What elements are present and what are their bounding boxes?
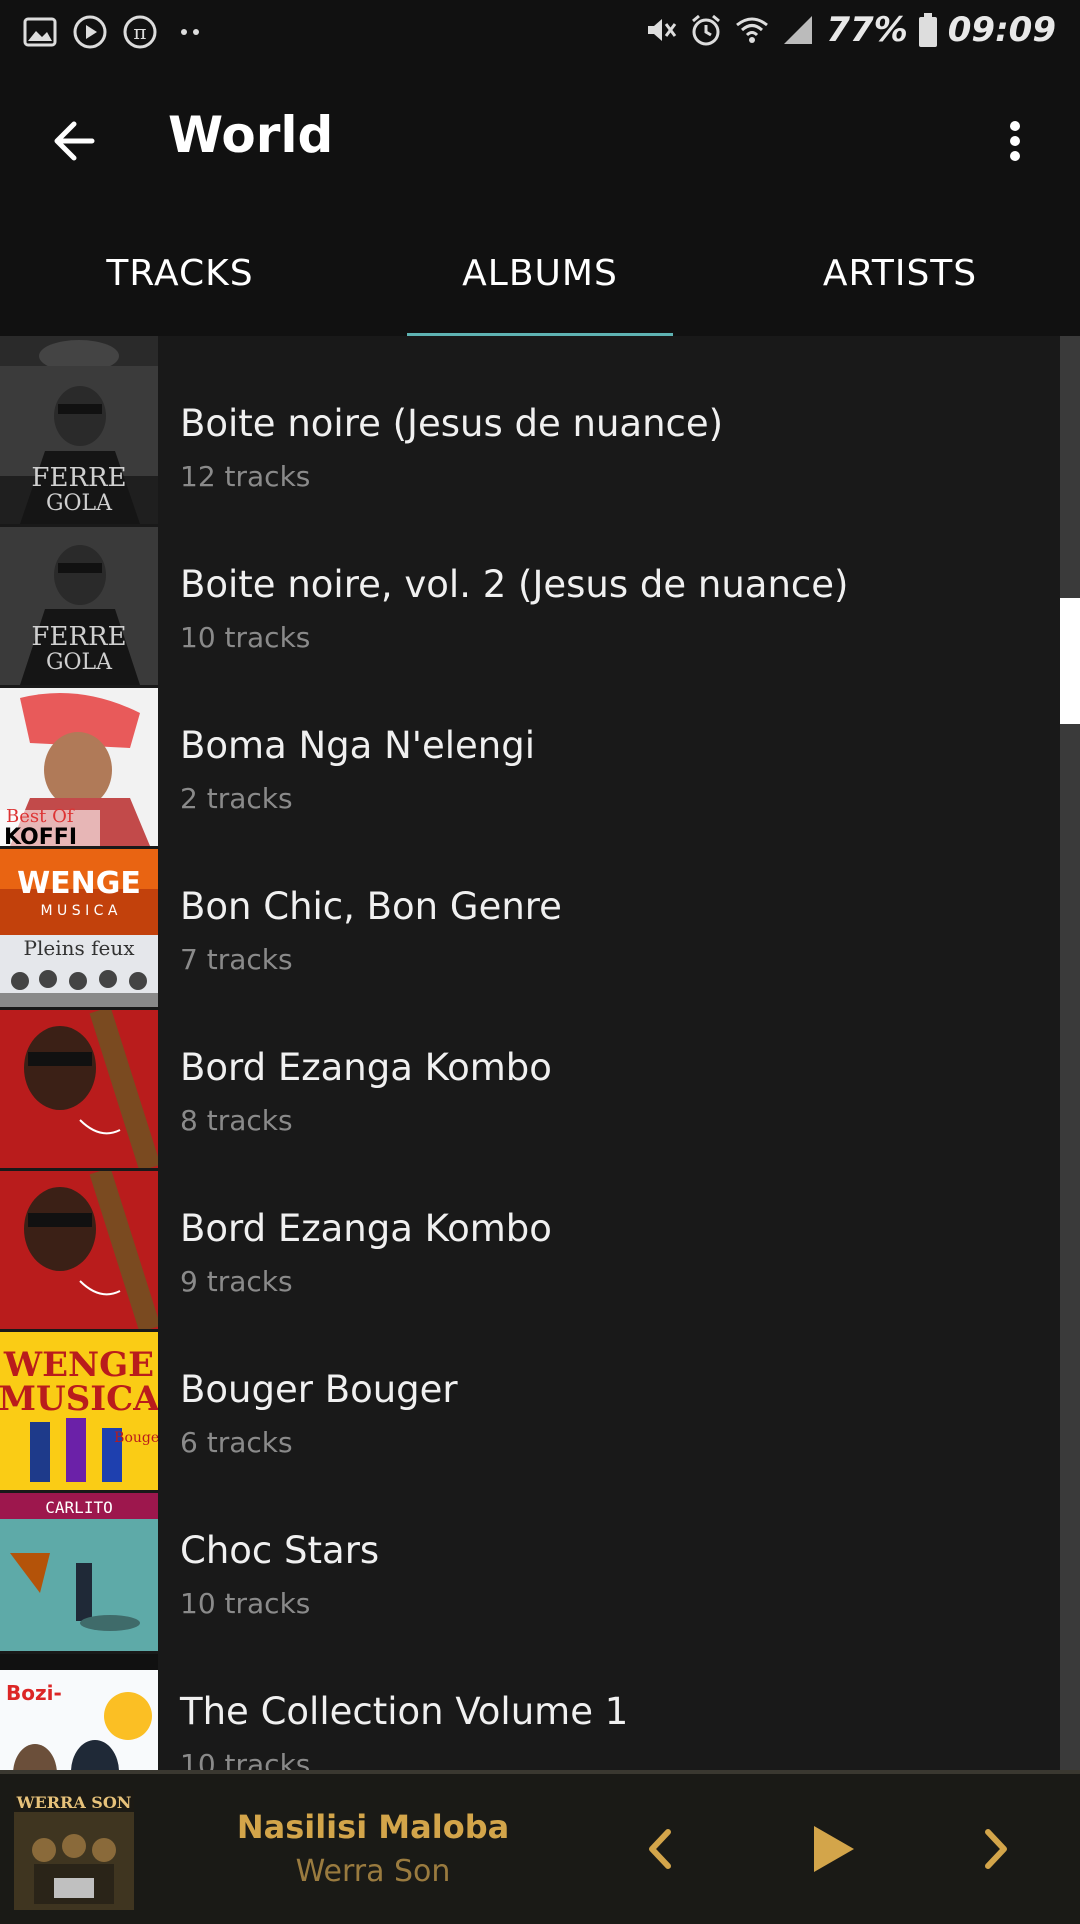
- pi-icon: π: [123, 15, 157, 49]
- svg-text:KOFFI: KOFFI: [4, 825, 77, 846]
- svg-text:Bozi-: Bozi-: [6, 1681, 62, 1705]
- svg-text:FERRE: FERRE: [31, 622, 126, 652]
- page-title: World: [168, 106, 334, 164]
- status-right-icons: 77% 09:09: [642, 10, 1056, 50]
- mute-vibrate-icon: [648, 19, 677, 41]
- mini-player[interactable]: WERRA SON Nasilisi Maloba Werra Son: [0, 1770, 1080, 1924]
- svg-text:WERRA SON: WERRA SON: [16, 1793, 132, 1812]
- svg-text:Bouger: Bouger: [114, 1430, 158, 1446]
- arrow-back-icon[interactable]: [40, 106, 110, 176]
- now-playing-cover[interactable]: WERRA SON: [14, 1790, 134, 1910]
- play-icon[interactable]: [798, 1814, 868, 1884]
- app-bar: World: [0, 66, 1080, 210]
- album-title: Bon Chic, Bon Genre: [180, 885, 562, 928]
- gallery-icon: [23, 17, 57, 47]
- album-track-count: 10 tracks: [180, 1748, 311, 1770]
- list-item[interactable]: FERRE GOLA Boite noire (Jesus de nuance)…: [0, 366, 1060, 527]
- list-item[interactable]: Bord Ezanga Kombo 9 tracks: [0, 1171, 1060, 1332]
- signal-icon: [784, 16, 813, 44]
- next-icon[interactable]: [960, 1814, 1030, 1884]
- svg-text:FERRE: FERRE: [31, 463, 126, 493]
- list-item[interactable]: Bord Ezanga Kombo 8 tracks: [0, 1010, 1060, 1171]
- album-list[interactable]: FERRE GOLA Boite noire (Jesus de nuance)…: [0, 336, 1060, 1770]
- album-track-count: 10 tracks: [180, 1587, 311, 1620]
- album-cover: WENGE M U S I C A Pleins feux: [0, 849, 158, 1007]
- wifi-icon: [736, 17, 769, 43]
- album-cover: FERRE GOLA: [0, 527, 158, 685]
- alarm-icon: [692, 14, 721, 46]
- album-cover: Best Of KOFFI: [0, 688, 158, 846]
- album-cover: [0, 1010, 158, 1168]
- album-track-count: 9 tracks: [180, 1265, 293, 1298]
- more-vert-icon[interactable]: [980, 106, 1050, 176]
- album-title: Bord Ezanga Kombo: [180, 1046, 552, 1089]
- svg-text:WENGE: WENGE: [17, 866, 141, 901]
- svg-text:GOLA: GOLA: [46, 650, 113, 675]
- album-title: Boite noire (Jesus de nuance): [180, 402, 724, 445]
- svg-text:CARLITO: CARLITO: [45, 1498, 112, 1517]
- play-store-icon: [73, 15, 107, 49]
- album-cover: [0, 1171, 158, 1329]
- tab-tracks[interactable]: TRACKS: [0, 210, 360, 336]
- album-track-count: 12 tracks: [180, 460, 311, 493]
- status-bar: π 77% 09:09: [0, 0, 1080, 66]
- album-track-count: 8 tracks: [180, 1104, 293, 1137]
- album-cover: CARLITO: [0, 1493, 158, 1651]
- svg-text:MUSICA: MUSICA: [0, 1379, 158, 1419]
- now-playing-title[interactable]: Nasilisi Maloba: [200, 1808, 546, 1846]
- album-title: Boite noire, vol. 2 (Jesus de nuance): [180, 563, 849, 606]
- list-item[interactable]: CARLITO Choc Stars 10 tracks: [0, 1493, 1060, 1654]
- album-cover: WENGE MUSICA Bouger: [0, 1332, 158, 1490]
- previous-icon[interactable]: [626, 1814, 696, 1884]
- battery-icon: [918, 13, 937, 47]
- album-track-count: 7 tracks: [180, 943, 293, 976]
- album-title: Bouger Bouger: [180, 1368, 458, 1411]
- svg-text:Best Of: Best Of: [6, 806, 75, 827]
- list-item[interactable]: WENGE MUSICA Bouger Bouger Bouger 6 trac…: [0, 1332, 1060, 1493]
- svg-text:GOLA: GOLA: [46, 491, 113, 516]
- list-item[interactable]: WENGE M U S I C A Pleins feux Bon Chic, …: [0, 849, 1060, 1010]
- svg-text:Pleins feux: Pleins feux: [24, 936, 136, 960]
- battery-percent: 77%: [826, 10, 908, 50]
- clock: 09:09: [947, 10, 1056, 50]
- album-title: Bord Ezanga Kombo: [180, 1207, 552, 1250]
- svg-text:M U S I C A: M U S I C A: [41, 903, 118, 919]
- list-item[interactable]: Bozi- The Collection Volume 1 10 tracks: [0, 1654, 1060, 1770]
- album-cover: Bozi-: [0, 1654, 158, 1770]
- svg-text:π: π: [133, 20, 146, 44]
- tab-artists[interactable]: ARTISTS: [720, 210, 1080, 336]
- scrollbar-thumb[interactable]: [1060, 598, 1080, 724]
- status-left-icons: π: [22, 14, 208, 50]
- album-title: Boma Nga N'elengi: [180, 724, 535, 767]
- album-title: The Collection Volume 1: [180, 1690, 629, 1733]
- list-item[interactable]: Best Of KOFFI Boma Nga N'elengi 2 tracks: [0, 688, 1060, 849]
- tab-bar: TRACKS ALBUMS ARTISTS: [0, 210, 1080, 336]
- album-title: Choc Stars: [180, 1529, 380, 1572]
- album-track-count: 6 tracks: [180, 1426, 293, 1459]
- more-dots-icon: [181, 29, 199, 35]
- album-track-count: 10 tracks: [180, 621, 311, 654]
- album-track-count: 2 tracks: [180, 782, 293, 815]
- album-cover: FERRE GOLA: [0, 366, 158, 524]
- now-playing-artist[interactable]: Werra Son: [200, 1854, 546, 1889]
- list-item[interactable]: FERRE GOLA Boite noire, vol. 2 (Jesus de…: [0, 527, 1060, 688]
- scrollbar-track[interactable]: [1060, 336, 1080, 1770]
- tab-albums[interactable]: ALBUMS: [360, 210, 720, 336]
